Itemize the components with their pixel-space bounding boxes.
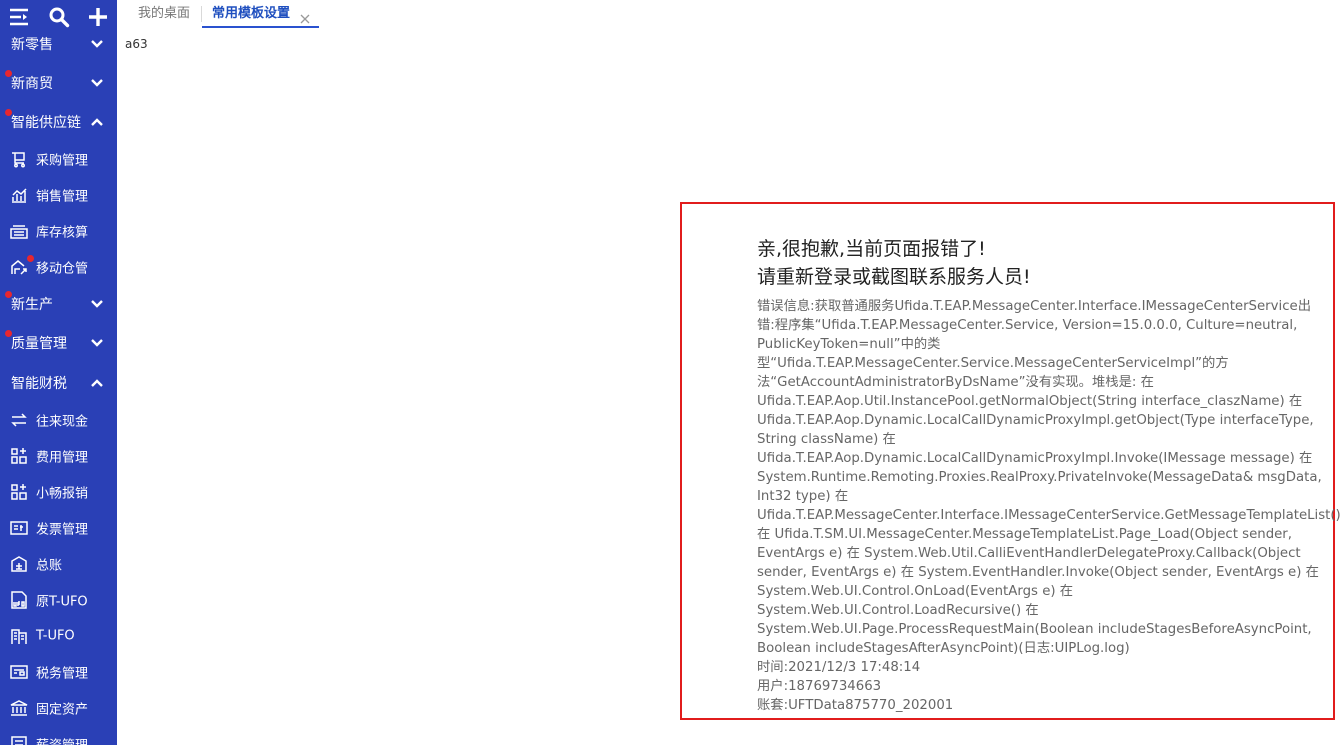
- nav-group-label: 新生产: [11, 297, 53, 313]
- badge-dot: [27, 255, 34, 262]
- nav-item-purchase[interactable]: 采购管理: [0, 141, 117, 177]
- error-line: System.Web.UI.Control.LoadRecursive() 在: [757, 603, 1039, 618]
- tax-icon: [10, 663, 28, 681]
- purchase-cart-icon: [10, 150, 28, 168]
- error-line: Boolean includeStagesAfterAsyncPoint)(日志…: [757, 641, 1130, 656]
- nav-item-label: 小畅报销: [36, 486, 89, 502]
- nav-group-label: 质量管理: [11, 336, 67, 352]
- nav-item-label: 费用管理: [36, 450, 89, 466]
- ledger-icon: [10, 555, 28, 573]
- tab-my-desktop[interactable]: 我的桌面: [138, 0, 190, 28]
- nav-item-expense[interactable]: 费用管理: [0, 438, 117, 474]
- tab-template-settings[interactable]: 常用模板设置: [202, 0, 319, 28]
- nav-item-label: 库存核算: [36, 225, 89, 241]
- chevron-up-icon: [88, 376, 106, 390]
- error-line: 法“GetAccountAdministratorByDsName”没有实现。堆…: [757, 375, 1154, 390]
- nav-item-label: 发票管理: [36, 522, 89, 538]
- error-account: 账套:UFTData875770_202001: [757, 698, 954, 713]
- error-details: 错误信息:获取普通服务Ufida.T.EAP.MessageCenter.Int…: [757, 297, 1341, 715]
- nav-item-label: 销售管理: [36, 189, 89, 205]
- reimburse-icon: [10, 483, 28, 501]
- nav-item-mobile-warehouse[interactable]: 移动仓管: [0, 249, 117, 285]
- error-line: sender, EventArgs e) 在 System.EventHandl…: [757, 565, 1319, 580]
- nav-item-invoice[interactable]: 发票管理: [0, 510, 117, 546]
- nav-group-label: 智能财税: [11, 376, 67, 392]
- nav-group-new-trade[interactable]: 新商贸: [0, 64, 117, 102]
- nav-item-ledger[interactable]: 总账: [0, 546, 117, 582]
- chevron-down-icon: [88, 297, 106, 311]
- nav-group-new-production[interactable]: 新生产: [0, 285, 117, 323]
- tab-label: 常用模板设置: [212, 6, 291, 21]
- error-line: 错:程序集“Ufida.T.EAP.MessageCenter.Service,…: [757, 318, 1298, 333]
- error-line: 在 Ufida.T.SM.UI.MessageCenter.MessageTem…: [757, 527, 1293, 542]
- nav-item-fixed-assets[interactable]: 固定资产: [0, 690, 117, 726]
- nav-group-label: 新零售: [11, 37, 53, 53]
- chevron-down-icon: [88, 336, 106, 350]
- error-time: 时间:2021/12/3 17:48:14: [757, 660, 921, 675]
- error-line: Ufida.T.EAP.Aop.Dynamic.LocalCallDynamic…: [757, 451, 1313, 466]
- nav-group-label: 智能供应链: [11, 115, 81, 131]
- nav-item-sales[interactable]: 销售管理: [0, 177, 117, 213]
- chevron-up-icon: [88, 115, 106, 129]
- invoice-icon: [10, 519, 28, 537]
- error-line: Int32 type) 在: [757, 489, 849, 504]
- nav-item-label: 薪资管理: [36, 735, 88, 745]
- error-line: System.Runtime.Remoting.Proxies.RealProx…: [757, 470, 1322, 485]
- chevron-down-icon: [88, 37, 106, 51]
- error-line: PublicKeyToken=null”中的类: [757, 337, 941, 352]
- nav-item-inventory[interactable]: 库存核算: [0, 213, 117, 249]
- mobile-warehouse-icon: [10, 258, 28, 276]
- nav-group-quality[interactable]: 质量管理: [0, 324, 117, 362]
- nav-item-reimburse[interactable]: 小畅报销: [0, 474, 117, 510]
- nav-item-salary[interactable]: 薪资管理: [0, 726, 117, 745]
- error-user: 用户:18769734663: [757, 679, 882, 694]
- nav-item-tax[interactable]: 税务管理: [0, 654, 117, 690]
- nav-group-new-retail[interactable]: 新零售: [0, 25, 117, 63]
- nav-item-tufo[interactable]: T-UFO: [0, 618, 117, 654]
- error-line: String className) 在: [757, 432, 896, 447]
- error-line: EventArgs e) 在 System.Web.Util.CalliEven…: [757, 546, 1301, 561]
- nav-group-smart-finance[interactable]: 智能财税: [0, 364, 117, 402]
- error-line: 错误信息:获取普通服务Ufida.T.EAP.MessageCenter.Int…: [757, 299, 1312, 314]
- salary-icon: [10, 735, 28, 745]
- nav-item-old-tufo[interactable]: 原T-UFO: [0, 582, 117, 618]
- sidebar-nav: 新零售 新商贸 智能供应链 采购管理 销售管理 库存核算 移动仓管 新生产 质量…: [0, 0, 117, 745]
- close-icon[interactable]: [299, 8, 311, 24]
- nav-item-label: 移动仓管: [36, 261, 89, 277]
- inventory-icon: [10, 222, 28, 240]
- nav-item-label: 固定资产: [36, 702, 89, 718]
- error-line: Ufida.T.EAP.MessageCenter.Interface.IMes…: [757, 508, 1341, 523]
- expense-icon: [10, 447, 28, 465]
- error-line: 型“Ufida.T.EAP.MessageCenter.Service.Mess…: [757, 356, 1229, 371]
- error-line: System.Web.UI.Control.OnLoad(EventArgs e…: [757, 584, 1074, 599]
- nav-item-label: 总账: [36, 558, 63, 574]
- sales-chart-icon: [10, 186, 28, 204]
- cash-exchange-icon: [10, 411, 28, 429]
- building-icon: [10, 627, 28, 645]
- error-line: Ufida.T.EAP.Aop.Dynamic.LocalCallDynamic…: [757, 413, 1314, 428]
- nav-item-label: T-UFO: [36, 628, 75, 644]
- nav-item-label: 原T-UFO: [36, 594, 88, 610]
- nav-item-cash[interactable]: 往来现金: [0, 402, 117, 438]
- error-title-line: 请重新登录或截图联系服务人员!: [757, 266, 1031, 288]
- nav-item-label: 税务管理: [36, 666, 89, 682]
- ufo-icon: [10, 591, 28, 609]
- error-line: Ufida.T.EAP.Aop.Util.InstancePool.getNor…: [757, 394, 1303, 409]
- page-code-text: a63: [125, 37, 148, 51]
- chevron-down-icon: [88, 76, 106, 90]
- error-title-line: 亲,很抱歉,当前页面报错了!: [757, 238, 986, 260]
- error-title: 亲,很抱歉,当前页面报错了! 请重新登录或截图联系服务人员!: [757, 235, 1031, 291]
- tab-bar: 我的桌面 常用模板设置: [117, 0, 1343, 28]
- nav-item-label: 往来现金: [36, 414, 89, 430]
- error-line: System.Web.UI.Page.ProcessRequestMain(Bo…: [757, 622, 1312, 637]
- nav-item-label: 采购管理: [36, 153, 89, 169]
- bank-icon: [10, 699, 28, 717]
- nav-group-label: 新商贸: [11, 76, 53, 92]
- error-panel: 亲,很抱歉,当前页面报错了! 请重新登录或截图联系服务人员! 错误信息:获取普通…: [680, 202, 1341, 720]
- nav-group-smart-supply-chain[interactable]: 智能供应链: [0, 103, 117, 141]
